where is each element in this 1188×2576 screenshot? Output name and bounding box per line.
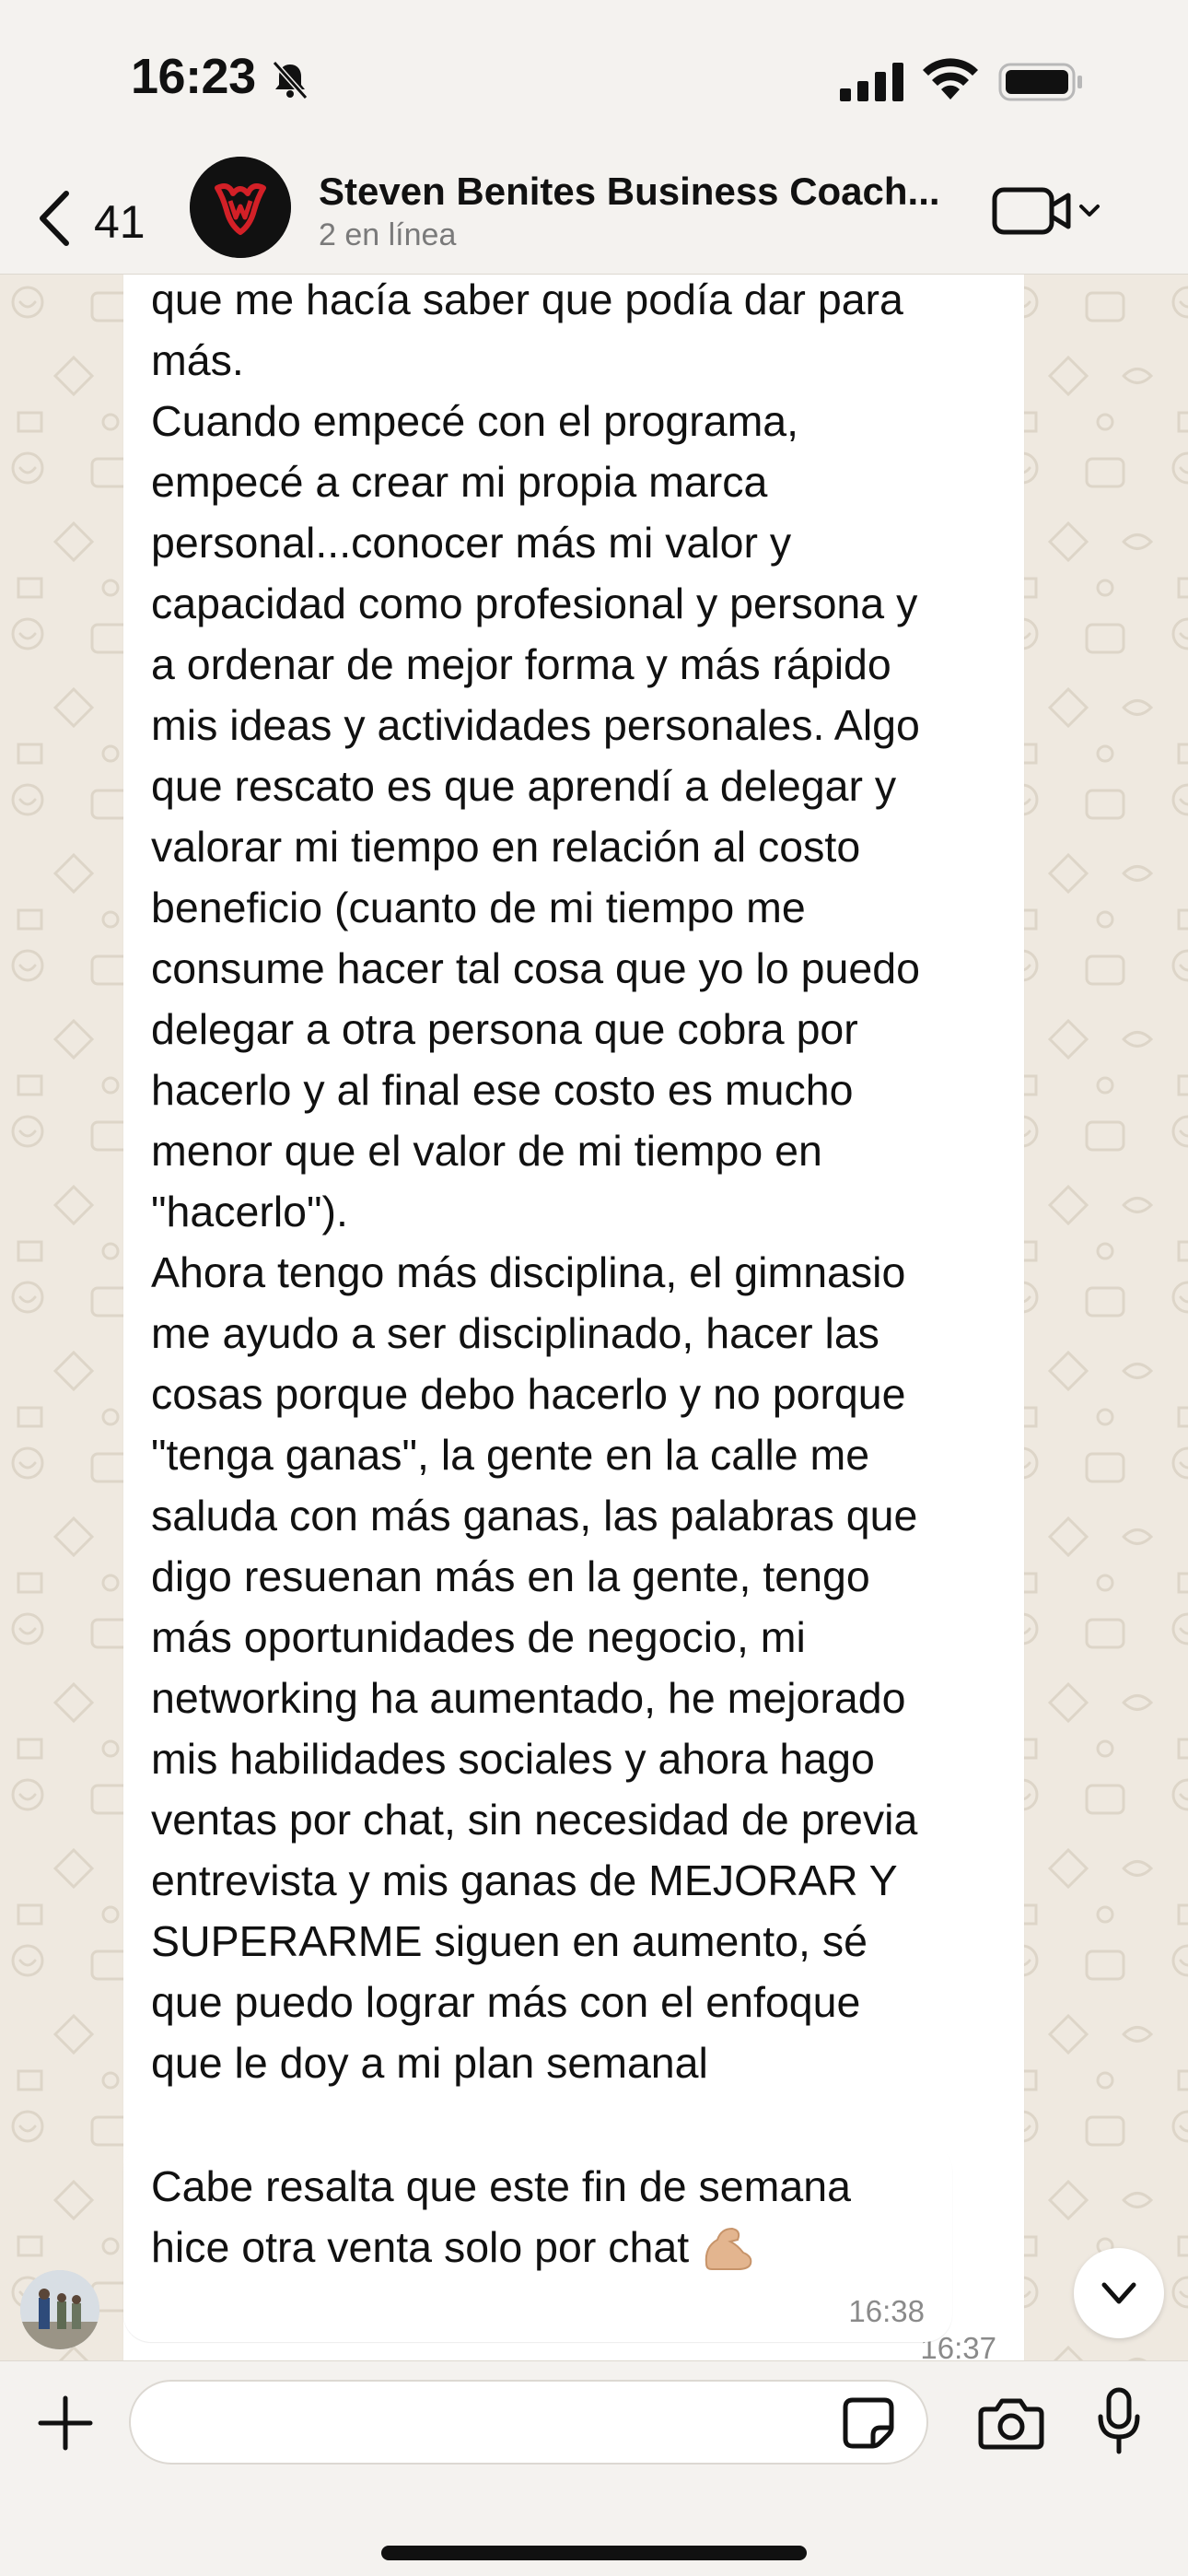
message-bubble[interactable]: embargo tenía siempre algo dentro mío qu… [123,275,1024,2360]
battery-icon [998,63,1082,101]
message-text: embargo tenía siempre algo dentro mío qu… [151,275,920,2087]
home-indicator [381,2546,807,2560]
group-logo [190,157,291,258]
message-bubble[interactable]: Cabe resalta que este fin de semana hice… [123,2143,952,2342]
chat-title[interactable]: Steven Benites Business Coach... [319,170,963,214]
message-text: Cabe resalta que este fin de semana hice… [151,2156,925,2277]
chevron-down-icon [1079,205,1100,217]
chevron-down-icon [1101,2282,1136,2304]
sticker-icon[interactable] [840,2395,897,2452]
back-button[interactable]: 41 [28,179,157,252]
video-call-icon [992,187,1100,235]
status-time: 16:23 [131,49,256,104]
wifi-icon [923,58,978,100]
message-input[interactable] [129,2380,928,2465]
unread-count: 41 [94,196,146,248]
chat-header: 41 Steven Benites Business Coach... 2 en… [0,157,1188,275]
cellular-signal-icon [840,63,903,101]
message-time: 16:38 [848,2294,925,2328]
bell-slash-icon [272,60,309,100]
camera-icon[interactable] [978,2396,1044,2450]
scroll-to-bottom-button[interactable] [1074,2248,1164,2338]
sender-photo [20,2270,99,2349]
sender-avatar[interactable] [20,2270,99,2349]
microphone-icon[interactable] [1096,2387,1142,2455]
status-bar: 16:23 [0,0,1188,157]
group-avatar[interactable] [190,157,291,258]
video-call-button[interactable] [991,181,1105,241]
chat-messages[interactable]: embargo tenía siempre algo dentro mío qu… [0,275,1188,2360]
input-bar [0,2360,1188,2576]
online-status: 2 en línea [319,217,457,252]
chevron-left-icon [40,191,69,246]
plus-icon[interactable] [37,2395,94,2452]
flexed-biceps-icon [705,2227,752,2270]
